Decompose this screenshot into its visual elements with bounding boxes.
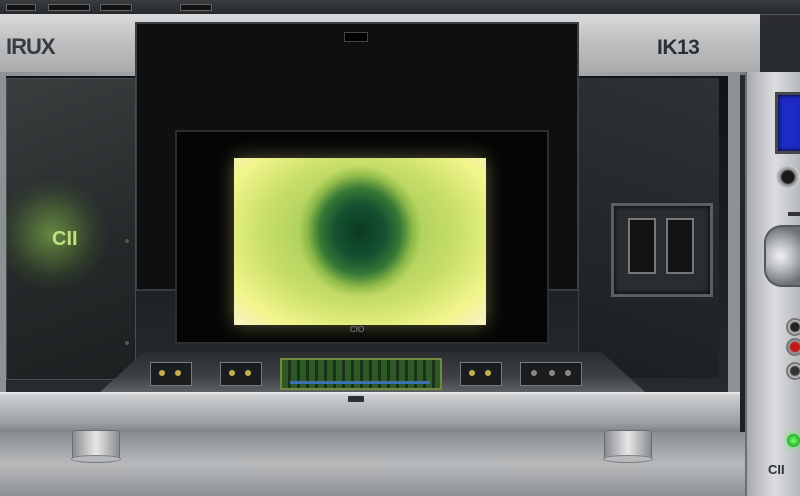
connector-pin [245, 370, 251, 376]
connector-pin [159, 370, 165, 376]
connector-pin [175, 370, 181, 376]
brand-right-label: IK13 [657, 36, 700, 59]
vent-slot [48, 4, 90, 11]
small-knob[interactable] [776, 165, 800, 189]
display-label: CIO [350, 325, 365, 334]
dark-button[interactable] [786, 318, 800, 336]
side-socket[interactable] [611, 203, 713, 297]
top-strip [0, 0, 800, 15]
status-led [787, 434, 800, 447]
device-scene: IRUX IK13 CII CIO CII [0, 0, 800, 496]
vent-slot [6, 4, 36, 11]
lcd-display [775, 92, 800, 154]
brand-left-label: IRUX [6, 34, 56, 59]
connector[interactable] [220, 362, 262, 386]
support-foot [71, 430, 121, 463]
connector-pin [229, 370, 235, 376]
connector-pin [485, 370, 491, 376]
control-label: CII [768, 462, 785, 477]
vent-slot [180, 4, 212, 11]
lip-badge [348, 396, 364, 402]
connector[interactable] [150, 362, 192, 386]
tick-mark [788, 212, 800, 216]
socket-hole [666, 218, 694, 274]
connector[interactable] [520, 362, 582, 386]
display-screen [234, 158, 486, 325]
board-strip [290, 381, 430, 384]
connector-pin [565, 370, 571, 376]
connector-pin [549, 370, 555, 376]
vent-slot [100, 4, 132, 11]
dark-button-lower[interactable] [786, 362, 800, 380]
socket-hole [628, 218, 656, 274]
screw [125, 239, 129, 243]
front-lip [0, 392, 740, 434]
connector[interactable] [460, 362, 502, 386]
left-panel-label: CII [52, 228, 78, 250]
circuit-board [280, 358, 442, 390]
large-knob[interactable] [764, 225, 800, 287]
connector-pin [469, 370, 475, 376]
screw [125, 341, 129, 345]
top-vent [344, 32, 368, 42]
red-button[interactable] [786, 338, 800, 356]
connector-pin [531, 370, 537, 376]
support-foot [603, 430, 653, 463]
